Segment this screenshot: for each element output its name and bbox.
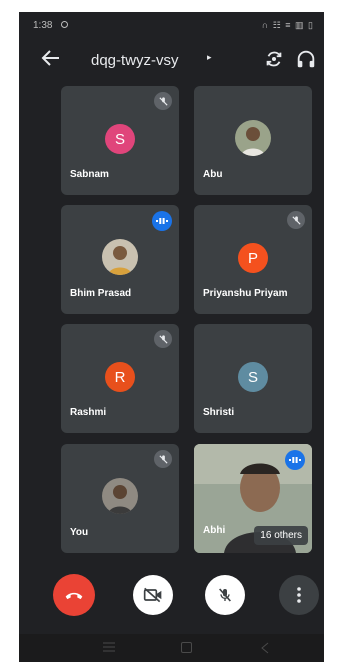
participant-name: Bhim Prasad bbox=[70, 288, 132, 299]
system-back-icon[interactable] bbox=[259, 642, 271, 654]
camera-off-icon bbox=[143, 587, 162, 603]
switch-camera-icon[interactable] bbox=[263, 48, 285, 70]
end-call-icon bbox=[65, 592, 83, 600]
participant-tile-sabnam[interactable]: S Sabnam bbox=[61, 86, 179, 195]
back-arrow-icon[interactable] bbox=[39, 46, 63, 70]
participant-name: You bbox=[70, 527, 89, 538]
mic-off-icon bbox=[219, 588, 231, 602]
more-options-icon bbox=[297, 587, 301, 603]
camera-toggle-button[interactable] bbox=[133, 575, 173, 615]
avatar bbox=[235, 120, 271, 156]
muted-mic-icon bbox=[154, 450, 172, 468]
avatar bbox=[102, 478, 138, 514]
meeting-header: dqg-twyz-vsy ▸ bbox=[19, 42, 324, 76]
participant-name: Shristi bbox=[203, 407, 235, 418]
participant-name: Sabnam bbox=[70, 169, 109, 180]
participant-tile-you[interactable]: You bbox=[61, 444, 179, 553]
home-icon[interactable] bbox=[181, 642, 192, 653]
status-time: 1:38 bbox=[33, 20, 53, 31]
status-icons: ∩ ☷ ≡ ▥ ▯ bbox=[261, 20, 314, 30]
avatar bbox=[102, 239, 138, 275]
speaking-indicator-icon bbox=[152, 211, 172, 231]
muted-mic-icon bbox=[154, 330, 172, 348]
participant-name: Abu bbox=[203, 169, 223, 180]
status-bar: 1:38 ∩ ☷ ≡ ▥ ▯ bbox=[19, 12, 324, 38]
participant-tile-priyanshu-priyam[interactable]: P Priyanshu Priyam bbox=[194, 205, 312, 314]
avatar: R bbox=[105, 362, 135, 392]
participant-tile-rashmi[interactable]: R Rashmi bbox=[61, 324, 179, 433]
participant-tile-shristi[interactable]: S Shristi bbox=[194, 324, 312, 433]
speaking-indicator-icon bbox=[285, 450, 305, 470]
end-call-button[interactable] bbox=[53, 574, 95, 616]
participant-name: Rashmi bbox=[70, 407, 107, 418]
avatar: S bbox=[238, 362, 268, 392]
status-notification-icon bbox=[61, 21, 68, 28]
more-options-button[interactable] bbox=[279, 575, 319, 615]
participant-name: Priyanshu Priyam bbox=[203, 288, 288, 299]
muted-mic-icon bbox=[287, 211, 305, 229]
avatar: P bbox=[238, 243, 268, 273]
meeting-code[interactable]: dqg-twyz-vsy bbox=[91, 52, 179, 69]
system-navigation-bar bbox=[19, 634, 324, 662]
participant-tile-abu[interactable]: Abu bbox=[194, 86, 312, 195]
headset-icon[interactable] bbox=[295, 48, 317, 70]
others-count-chip[interactable]: 16 others bbox=[254, 526, 308, 545]
muted-mic-icon bbox=[154, 92, 172, 110]
participant-name: Abhi bbox=[203, 525, 226, 536]
microphone-toggle-button[interactable] bbox=[205, 575, 245, 615]
avatar: S bbox=[105, 124, 135, 154]
phone-screen: 1:38 ∩ ☷ ≡ ▥ ▯ dqg-twyz-vsy ▸ S Sabnam A… bbox=[19, 12, 324, 662]
participant-tile-bhim-prasad[interactable]: Bhim Prasad bbox=[61, 205, 179, 314]
participant-tile-abhi-video[interactable]: Abhi 16 others bbox=[194, 444, 312, 553]
recent-apps-icon[interactable] bbox=[103, 642, 115, 652]
meeting-details-caret-icon[interactable]: ▸ bbox=[207, 52, 212, 63]
